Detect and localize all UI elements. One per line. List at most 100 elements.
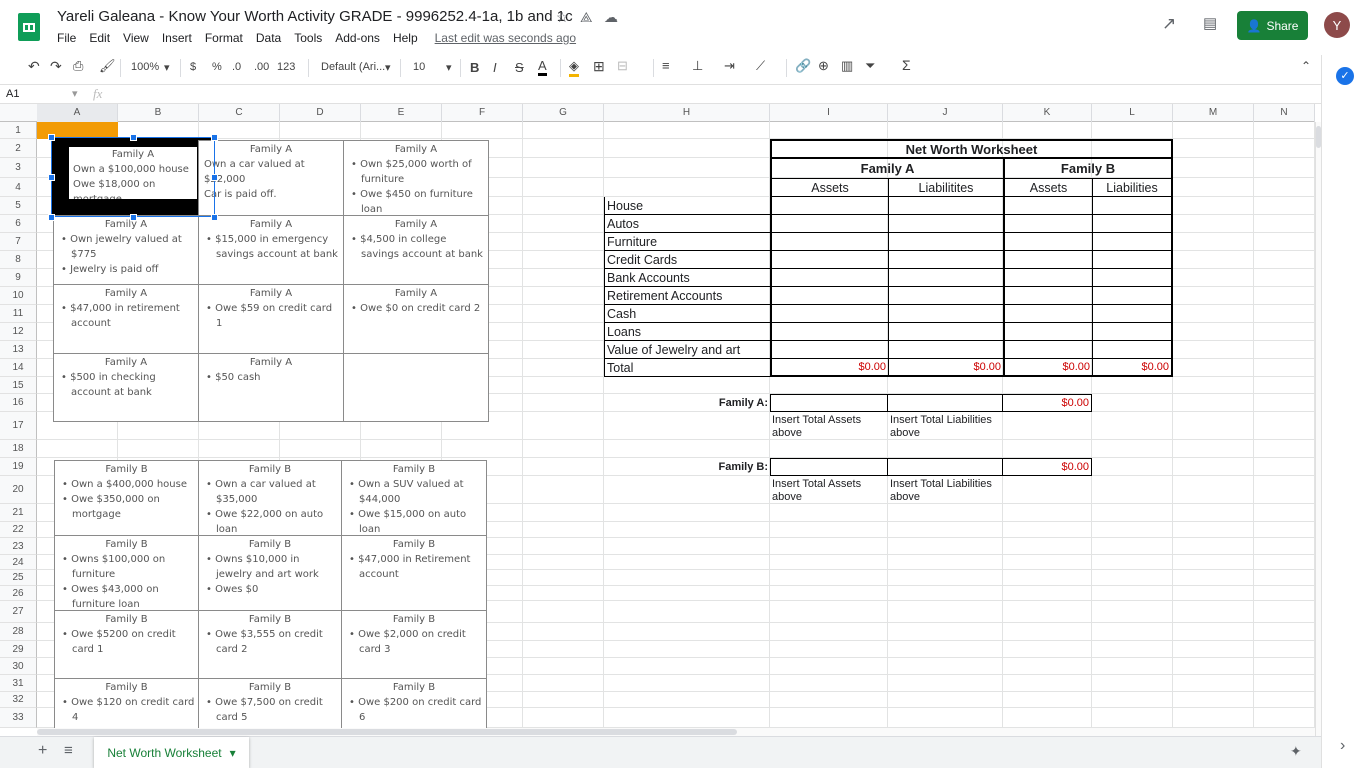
family-b-net-worth[interactable]: $0.00 bbox=[1003, 458, 1092, 476]
row-header-11[interactable]: 11 bbox=[0, 305, 37, 323]
row-header-6[interactable]: 6 bbox=[0, 215, 37, 233]
row-header-5[interactable]: 5 bbox=[0, 197, 37, 215]
worksheet-input-cell[interactable] bbox=[888, 251, 1003, 269]
avatar[interactable]: Y bbox=[1324, 12, 1350, 38]
star-icon[interactable]: ☆ bbox=[556, 9, 569, 26]
tasks-check-icon[interactable]: ✓ bbox=[1336, 67, 1354, 85]
paint-format-icon[interactable]: 🖌 bbox=[99, 58, 116, 74]
row-header-29[interactable]: 29 bbox=[0, 641, 37, 658]
worksheet-title[interactable]: Net Worth Worksheet bbox=[770, 139, 1173, 159]
column-header-assets[interactable]: Assets bbox=[770, 179, 888, 197]
row-header-33[interactable]: 33 bbox=[0, 708, 37, 728]
menu-view[interactable]: View bbox=[123, 31, 149, 45]
worksheet-input-cell[interactable] bbox=[1003, 197, 1092, 215]
menu-help[interactable]: Help bbox=[393, 31, 418, 45]
row-header-18[interactable]: 18 bbox=[0, 440, 37, 458]
column-header-a[interactable]: A bbox=[37, 104, 118, 122]
collapse-toolbar-icon[interactable]: ⌃ bbox=[1301, 59, 1311, 73]
worksheet-input-cell[interactable] bbox=[1092, 341, 1173, 359]
row-header-22[interactable]: 22 bbox=[0, 522, 37, 538]
row-header-8[interactable]: 8 bbox=[0, 251, 37, 269]
worksheet-input-cell[interactable] bbox=[1003, 287, 1092, 305]
column-header-m[interactable]: M bbox=[1173, 104, 1254, 122]
menu-edit[interactable]: Edit bbox=[89, 31, 110, 45]
worksheet-input-cell[interactable] bbox=[1092, 323, 1173, 341]
undo-icon[interactable]: ↶ bbox=[28, 58, 40, 75]
row-header-10[interactable]: 10 bbox=[0, 287, 37, 305]
explore-icon[interactable]: ✦ bbox=[1290, 743, 1302, 760]
insert-comment-icon[interactable]: ⊕ bbox=[818, 58, 829, 74]
row-header-1[interactable]: 1 bbox=[0, 122, 37, 139]
row-header-26[interactable]: 26 bbox=[0, 586, 37, 601]
family-a-total-assets-input[interactable] bbox=[770, 394, 888, 412]
row-header-32[interactable]: 32 bbox=[0, 692, 37, 708]
percent-format-button[interactable]: % bbox=[212, 61, 222, 73]
row-header-9[interactable]: 9 bbox=[0, 269, 37, 287]
row-header-12[interactable]: 12 bbox=[0, 323, 37, 341]
worksheet-input-cell[interactable] bbox=[1003, 215, 1092, 233]
worksheet-input-cell[interactable] bbox=[1092, 269, 1173, 287]
family-b-header[interactable]: Family B bbox=[1003, 159, 1173, 179]
menu-addons[interactable]: Add-ons bbox=[335, 31, 380, 45]
chevron-down-icon[interactable]: ▾ bbox=[164, 61, 170, 74]
worksheet-input-cell[interactable] bbox=[888, 305, 1003, 323]
activity-trend-icon[interactable]: ↗ bbox=[1162, 14, 1176, 34]
fill-color-icon[interactable]: ◈ bbox=[569, 58, 579, 77]
category-label[interactable]: Cash bbox=[604, 305, 770, 323]
total-value[interactable]: $0.00 bbox=[888, 359, 1003, 377]
redo-icon[interactable]: ↷ bbox=[50, 58, 62, 75]
row-header-21[interactable]: 21 bbox=[0, 504, 37, 522]
worksheet-input-cell[interactable] bbox=[1092, 305, 1173, 323]
share-button[interactable]: 👤 Share bbox=[1237, 11, 1308, 40]
column-header-f[interactable]: F bbox=[442, 104, 523, 122]
column-header-e[interactable]: E bbox=[361, 104, 442, 122]
row-header-25[interactable]: 25 bbox=[0, 570, 37, 586]
row-header-20[interactable]: 20 bbox=[0, 476, 37, 504]
more-formats-button[interactable]: 123 bbox=[277, 61, 295, 73]
category-label[interactable]: Furniture bbox=[604, 233, 770, 251]
resize-handle[interactable] bbox=[211, 214, 218, 221]
row-header-28[interactable]: 28 bbox=[0, 623, 37, 641]
category-label[interactable]: Loans bbox=[604, 323, 770, 341]
worksheet-input-cell[interactable] bbox=[1092, 215, 1173, 233]
category-label[interactable]: Value of Jewelry and art bbox=[604, 341, 770, 359]
chevron-down-icon[interactable]: ▾ bbox=[385, 61, 391, 74]
worksheet-input-cell[interactable] bbox=[888, 197, 1003, 215]
worksheet-input-cell[interactable] bbox=[1003, 341, 1092, 359]
comments-icon[interactable]: ▤ bbox=[1203, 14, 1217, 32]
family-a-total-liabilities-input[interactable] bbox=[888, 394, 1003, 412]
resize-handle[interactable] bbox=[211, 174, 218, 181]
all-sheets-icon[interactable]: ≡ bbox=[64, 742, 73, 759]
category-label[interactable]: Retirement Accounts bbox=[604, 287, 770, 305]
column-header-h[interactable]: H bbox=[604, 104, 770, 122]
expand-panel-icon[interactable]: › bbox=[1340, 737, 1345, 755]
worksheet-input-cell[interactable] bbox=[888, 341, 1003, 359]
menu-file[interactable]: File bbox=[57, 31, 76, 45]
column-header-l[interactable]: L bbox=[1092, 104, 1173, 122]
family-b-total-liabilities-input[interactable] bbox=[888, 458, 1003, 476]
chevron-down-icon[interactable]: ▾ bbox=[230, 746, 236, 760]
worksheet-input-cell[interactable] bbox=[1003, 269, 1092, 287]
row-header-3[interactable]: 3 bbox=[0, 158, 37, 178]
resize-handle[interactable] bbox=[130, 214, 137, 221]
document-title[interactable]: Yareli Galeana - Know Your Worth Activit… bbox=[57, 8, 573, 25]
last-edit-link[interactable]: Last edit was seconds ago bbox=[435, 31, 576, 45]
column-header-c[interactable]: C bbox=[199, 104, 280, 122]
sheets-logo-icon[interactable] bbox=[18, 13, 40, 41]
menu-tools[interactable]: Tools bbox=[294, 31, 322, 45]
formula-input[interactable] bbox=[120, 88, 1310, 102]
menu-format[interactable]: Format bbox=[205, 31, 243, 45]
category-label[interactable]: Autos bbox=[604, 215, 770, 233]
row-header-24[interactable]: 24 bbox=[0, 555, 37, 570]
worksheet-input-cell[interactable] bbox=[770, 287, 888, 305]
worksheet-input-cell[interactable] bbox=[770, 215, 888, 233]
worksheet-input-cell[interactable] bbox=[1092, 251, 1173, 269]
worksheet-input-cell[interactable] bbox=[888, 287, 1003, 305]
category-label[interactable]: House bbox=[604, 197, 770, 215]
worksheet-input-cell[interactable] bbox=[770, 341, 888, 359]
row-header-27[interactable]: 27 bbox=[0, 601, 37, 623]
family-a-header[interactable]: Family A bbox=[770, 159, 1003, 179]
row-header-13[interactable]: 13 bbox=[0, 341, 37, 359]
merge-cells-icon[interactable]: ⊟ bbox=[617, 58, 628, 74]
resize-handle[interactable] bbox=[130, 134, 137, 141]
